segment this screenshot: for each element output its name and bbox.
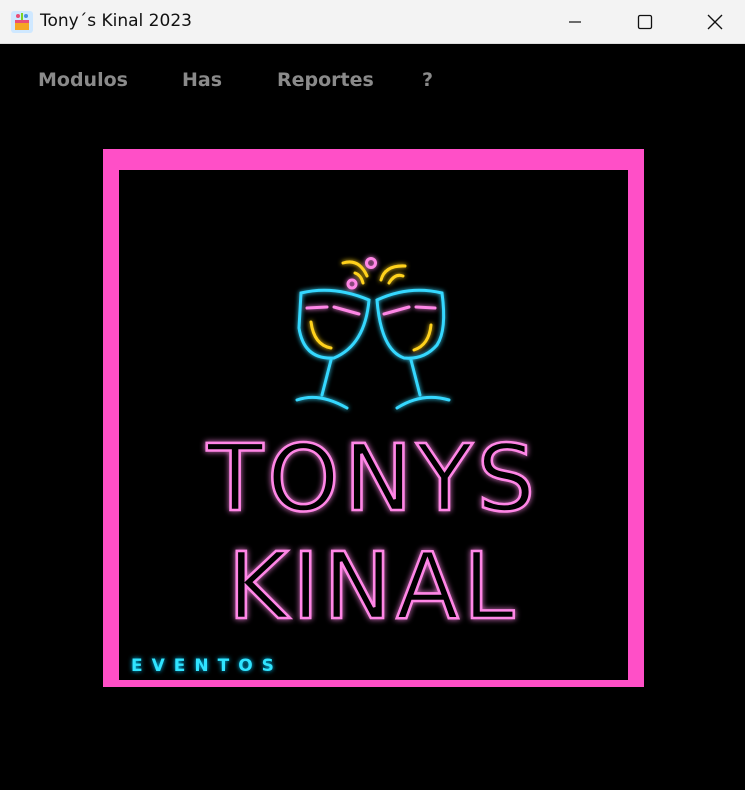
window-title: Tony´s Kinal 2023: [40, 11, 192, 31]
menu-reportes[interactable]: Reportes: [277, 69, 374, 91]
menu-bar: Modulos Has Reportes ?: [0, 44, 745, 114]
logo-tagline: EVENTOS: [131, 656, 283, 676]
logo-frame: TONYS KINAL EVENTOS: [103, 149, 644, 687]
menu-help[interactable]: ?: [422, 69, 433, 91]
logo-line-kinal: KINAL: [228, 533, 518, 640]
maximize-icon: [637, 14, 653, 30]
logo-panel: TONYS KINAL EVENTOS: [119, 170, 628, 680]
logo-line-tonys: TONYS: [206, 425, 539, 532]
app-party-icon: [11, 11, 33, 33]
logo-artwork: TONYS KINAL: [205, 257, 539, 641]
maximize-button[interactable]: [610, 0, 680, 44]
title-bar[interactable]: Tony´s Kinal 2023: [0, 0, 745, 44]
minimize-icon: [569, 21, 581, 23]
menu-has[interactable]: Has: [182, 69, 222, 91]
minimize-button[interactable]: [540, 0, 610, 44]
close-icon: [707, 14, 723, 30]
close-button[interactable]: [680, 0, 745, 44]
menu-modulos[interactable]: Modulos: [38, 69, 128, 91]
clinking-glasses-icon: [295, 257, 451, 410]
